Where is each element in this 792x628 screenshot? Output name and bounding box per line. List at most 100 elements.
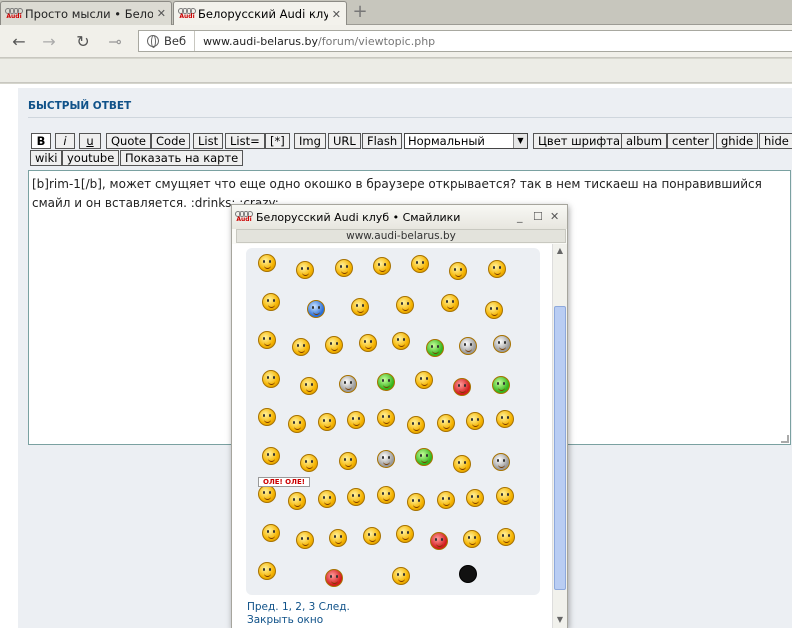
smiley-icon[interactable] [377, 486, 396, 505]
smiley-icon[interactable] [362, 526, 381, 545]
show-on-map-button[interactable]: Показать на карте [120, 150, 244, 166]
quote-button[interactable]: Quote [106, 133, 151, 149]
tab-prosto-mysli[interactable]: Audi Просто мысли • Белору... ✕ [0, 1, 172, 25]
smiley-icon[interactable] [347, 488, 366, 507]
smiley-icon[interactable] [317, 413, 336, 432]
smiley-icon[interactable] [262, 292, 280, 311]
smiley-icon[interactable] [466, 489, 485, 508]
bold-button[interactable]: B [31, 133, 51, 149]
font-color-button[interactable]: Цвет шрифта [533, 133, 626, 149]
popup-titlebar[interactable]: Audi Белорусский Audi клуб • Смайлики _ … [232, 205, 567, 229]
smiley-icon[interactable] [436, 414, 455, 433]
smiley-icon[interactable] [377, 409, 396, 428]
img-button[interactable]: Img [294, 133, 326, 149]
smiley-icon[interactable] [325, 569, 343, 588]
maximize-icon[interactable]: ☐ [533, 210, 543, 223]
reload-icon[interactable]: ↻ [72, 30, 94, 52]
smiley-icon[interactable] [440, 293, 459, 312]
smiley-icon[interactable] [453, 454, 472, 473]
list-numbered-button[interactable]: List= [225, 133, 265, 149]
smiley-icon[interactable] [296, 261, 315, 279]
smiley-icon[interactable] [295, 530, 314, 549]
italic-button[interactable]: i [55, 133, 75, 149]
url-button[interactable]: URL [328, 133, 361, 149]
smiley-icon[interactable] [258, 254, 276, 272]
smiley-icon[interactable] [485, 300, 504, 319]
smiley-icon[interactable] [406, 493, 425, 512]
smiley-icon[interactable] [487, 260, 506, 278]
album-button[interactable]: album [621, 133, 668, 149]
smiley-icon[interactable] [396, 295, 414, 314]
smiley-icon[interactable] [334, 259, 353, 277]
hide-button[interactable]: hide [759, 133, 792, 149]
smiley-icon[interactable] [258, 562, 276, 581]
minimize-icon[interactable]: _ [517, 210, 523, 223]
smiley-icon[interactable] [429, 531, 448, 550]
close-tab-icon[interactable]: ✕ [157, 7, 166, 20]
smiley-icon[interactable] [300, 453, 319, 472]
address-bar[interactable]: Веб www.audi-belarus.by/forum/viewtopic.… [138, 30, 792, 52]
list-button[interactable]: List [193, 133, 224, 149]
smiley-icon[interactable] [338, 451, 357, 470]
center-button[interactable]: center [667, 133, 714, 149]
pagination[interactable]: Пред. 1, 2, 3 След. [247, 601, 350, 613]
smiley-icon[interactable] [492, 335, 511, 354]
smiley-icon[interactable] [262, 523, 280, 542]
smiley-icon[interactable] [425, 339, 444, 358]
ghide-button[interactable]: ghide [716, 133, 759, 149]
resize-grip-icon[interactable] [781, 435, 789, 443]
font-size-select[interactable]: Нормальный ▼ [404, 133, 528, 149]
list-item-button[interactable]: [*] [265, 133, 290, 149]
smiley-icon[interactable] [258, 331, 276, 350]
smiley-icon[interactable] [415, 447, 434, 466]
smiley-icon[interactable] [436, 491, 455, 510]
smiley-icon[interactable] [406, 416, 425, 435]
wiki-button[interactable]: wiki [30, 150, 63, 166]
smiley-icon[interactable] [258, 485, 276, 504]
smiley-icon[interactable] [496, 527, 515, 546]
smiley-icon[interactable] [358, 334, 377, 353]
smiley-icon[interactable] [262, 369, 280, 388]
forward-icon[interactable]: → [38, 30, 60, 52]
smiley-icon[interactable] [496, 487, 515, 506]
smiley-icon[interactable] [351, 297, 370, 316]
flash-button[interactable]: Flash [362, 133, 403, 149]
smiley-icon[interactable] [392, 567, 410, 586]
popup-scrollbar[interactable]: ▲ ▼ [552, 244, 567, 628]
new-tab-icon[interactable]: + [349, 3, 371, 21]
smiley-icon[interactable] [459, 337, 477, 356]
smiley-icon[interactable] [449, 262, 468, 280]
smiley-icon[interactable] [453, 377, 472, 396]
smiley-icon[interactable] [496, 410, 515, 429]
scroll-up-icon[interactable]: ▲ [554, 245, 566, 257]
smiley-icon[interactable] [396, 524, 414, 543]
chevron-down-icon[interactable]: ▼ [513, 134, 527, 148]
key-icon[interactable]: ⊸ [104, 30, 126, 52]
smiley-icon[interactable] [347, 411, 366, 430]
smiley-icon[interactable] [466, 412, 485, 431]
smiley-icon[interactable] [291, 338, 310, 357]
close-tab-icon[interactable]: ✕ [332, 8, 341, 21]
scroll-down-icon[interactable]: ▼ [554, 614, 566, 626]
smiley-icon[interactable] [376, 449, 395, 468]
close-icon[interactable]: ✕ [550, 210, 559, 223]
smiley-icon[interactable] [329, 528, 347, 547]
bomb-icon[interactable] [459, 565, 477, 584]
smiley-icon[interactable] [463, 529, 481, 548]
smiley-icon[interactable] [287, 492, 306, 511]
smiley-icon[interactable] [338, 374, 357, 393]
underline-button[interactable]: u [79, 133, 101, 149]
scroll-thumb[interactable] [554, 306, 566, 590]
code-button[interactable]: Code [151, 133, 191, 149]
smiley-icon[interactable] [491, 375, 510, 394]
tab-audi-club[interactable]: Audi Белорусский Audi клуб ... ✕ [173, 1, 347, 26]
close-window-link[interactable]: Закрыть окно [247, 614, 323, 626]
smiley-icon[interactable] [258, 408, 276, 427]
smiley-icon[interactable] [491, 452, 510, 471]
smiley-icon[interactable] [376, 372, 395, 391]
smiley-icon[interactable] [325, 336, 343, 355]
web-button[interactable]: Веб [139, 31, 196, 51]
smiley-icon[interactable] [262, 446, 280, 465]
youtube-button[interactable]: youtube [62, 150, 120, 166]
smiley-icon[interactable] [287, 415, 306, 434]
